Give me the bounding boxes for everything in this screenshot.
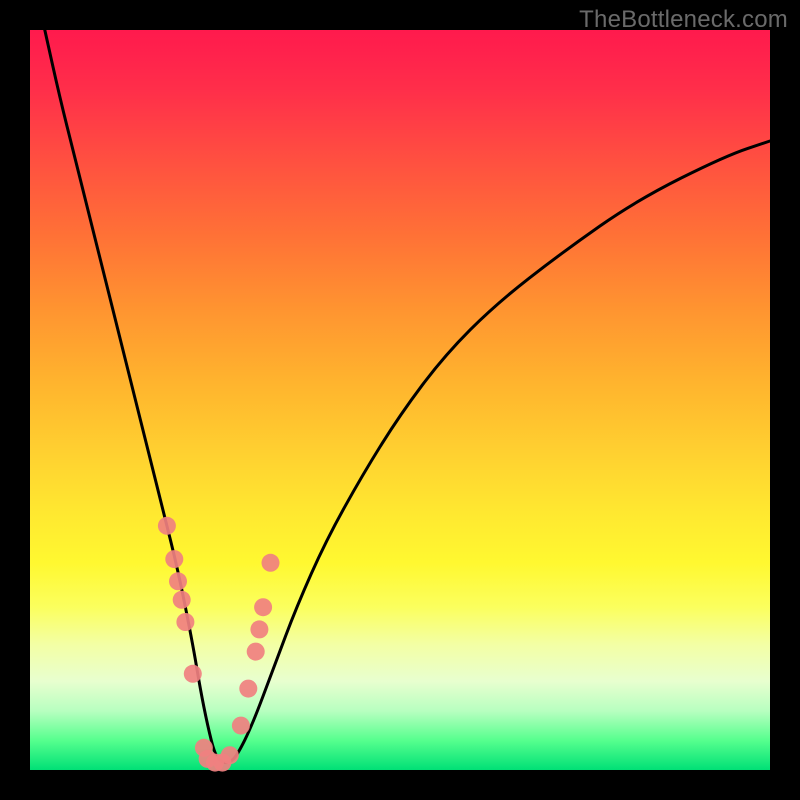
marker-group [158,517,280,772]
plot-area [30,30,770,770]
data-point [247,643,265,661]
data-point [173,591,191,609]
data-point [221,746,239,764]
data-point [169,572,187,590]
data-point [158,517,176,535]
data-point [250,620,268,638]
curve-layer [30,30,770,770]
data-point [176,613,194,631]
chart-frame: TheBottleneck.com [0,0,800,800]
data-point [254,598,272,616]
data-point [165,550,183,568]
bottleneck-curve-path [45,30,770,763]
data-point [239,680,257,698]
data-point [184,665,202,683]
data-point [262,554,280,572]
data-point [232,717,250,735]
watermark-text: TheBottleneck.com [579,6,788,34]
